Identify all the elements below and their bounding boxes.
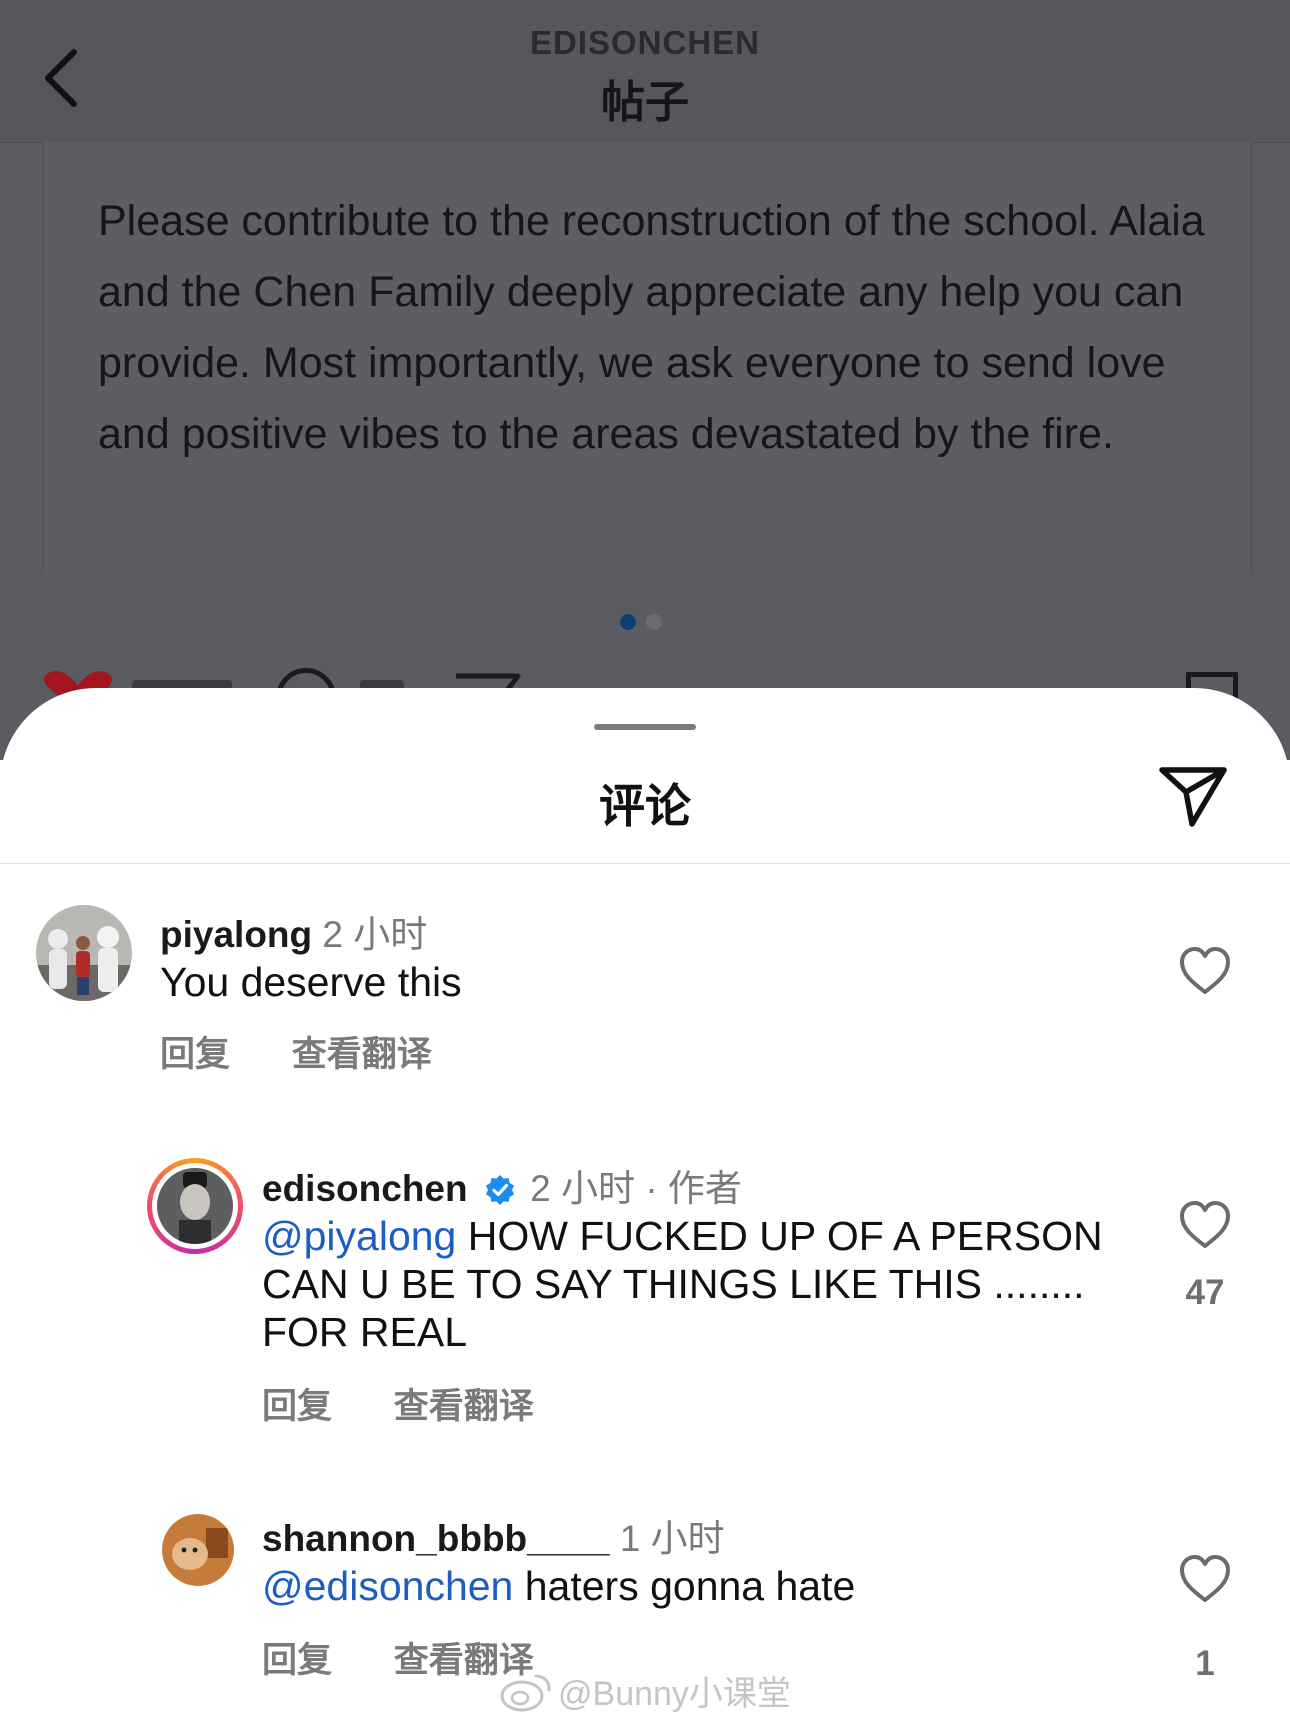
watermark-text: @Bunny小课堂: [558, 1675, 791, 1713]
comment-actions: 回复 查看翻译: [262, 1378, 586, 1429]
see-translation-button[interactable]: 查看翻译: [292, 1035, 432, 1074]
comment-text-body: haters gonna hate: [513, 1563, 856, 1609]
comment-time: 1 小时: [619, 1518, 725, 1559]
post-text-card: Please contribute to the reconstruction …: [42, 142, 1252, 574]
page-title: 帖子: [601, 78, 689, 127]
comment-text: @edisonchen haters gonna hate: [262, 1562, 1142, 1610]
avatar-story-ring[interactable]: [147, 1158, 243, 1254]
mention-link[interactable]: @edisonchen: [262, 1563, 513, 1609]
watermark: @Bunny小课堂: [500, 1666, 791, 1715]
avatar-photo: [36, 905, 132, 1001]
carousel-dot-active: [620, 614, 636, 630]
mention-link[interactable]: @piyalong: [262, 1213, 456, 1259]
reply-button[interactable]: 回复: [262, 1387, 332, 1426]
like-count: 1: [1195, 1644, 1215, 1683]
divider: [0, 863, 1290, 864]
heart-outline-icon[interactable]: [1178, 1554, 1232, 1604]
comment-username[interactable]: shannon_bbbb____: [262, 1518, 609, 1559]
verified-badge-icon: [485, 1175, 514, 1205]
sheet-drag-handle[interactable]: [594, 724, 696, 730]
avatar[interactable]: [162, 1514, 234, 1586]
carousel-indicator: [620, 614, 662, 630]
sheet-title: 评论: [599, 780, 691, 832]
like-count: 47: [1185, 1273, 1225, 1312]
top-nav-bar: EDISONCHEN 帖子: [0, 0, 1290, 143]
author-tag: · 作者: [645, 1168, 742, 1209]
comment-header: piyalong 2 小时: [160, 904, 427, 958]
comment-header: shannon_bbbb____ 1 小时: [262, 1508, 725, 1562]
avatar-photo: [162, 1514, 234, 1586]
heart-outline-icon[interactable]: [1178, 1200, 1232, 1250]
heart-outline-icon[interactable]: [1178, 946, 1232, 996]
comment-text: @piyalong HOW FUCKED UP OF A PERSON CAN …: [262, 1212, 1142, 1356]
carousel-dot: [646, 614, 662, 630]
post-owner-label: EDISONCHEN: [529, 24, 761, 61]
comment-username[interactable]: edisonchen: [262, 1168, 468, 1209]
comment-header: edisonchen 2 小时 · 作者: [262, 1158, 742, 1212]
post-caption: Please contribute to the reconstruction …: [98, 197, 1205, 458]
avatar[interactable]: [36, 905, 132, 1001]
reply-button[interactable]: 回复: [160, 1035, 230, 1074]
comment-username[interactable]: piyalong: [160, 914, 312, 955]
avatar-photo: [157, 1168, 233, 1244]
comment-time: 2 小时: [530, 1168, 636, 1209]
reply-button[interactable]: 回复: [262, 1641, 332, 1680]
comment-actions: 回复 查看翻译: [160, 1026, 484, 1077]
comments-sheet: 评论 piyalong 2 小时 You deserve this 回复 查看翻…: [0, 688, 1290, 1722]
comment-text: You deserve this: [160, 959, 462, 1005]
weibo-logo-icon: [500, 1674, 551, 1711]
see-translation-button[interactable]: 查看翻译: [394, 1387, 534, 1426]
comment-time: 2 小时: [322, 914, 428, 955]
post-view-dimmed: EDISONCHEN 帖子 Please contribute to the r…: [0, 0, 1290, 760]
send-icon[interactable]: [1158, 764, 1228, 830]
